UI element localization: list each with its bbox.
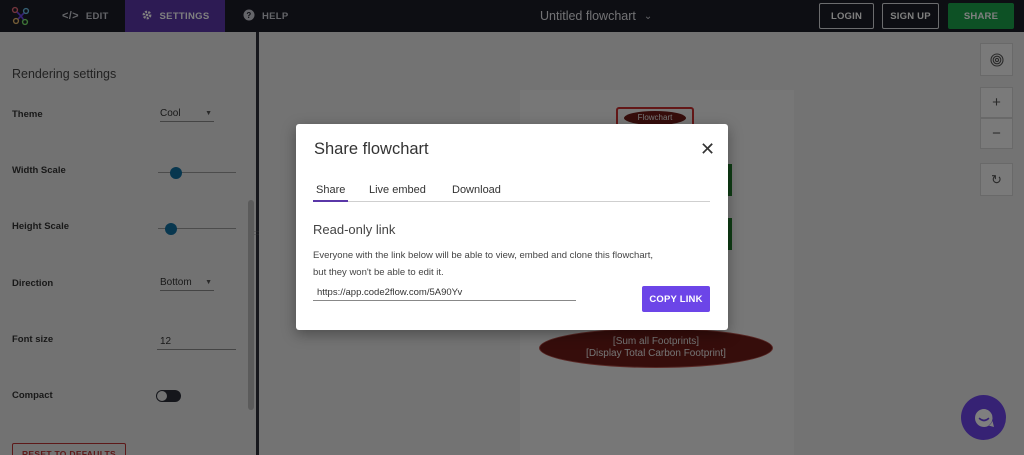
- tab-underline: [313, 201, 710, 202]
- tab-share[interactable]: Share: [316, 184, 345, 196]
- tab-download[interactable]: Download: [452, 184, 501, 196]
- modal-title: Share flowchart: [314, 140, 429, 158]
- description-line2: but they won't be able to edit it.: [313, 267, 444, 278]
- share-modal: Share flowchart ✕ Share Live embed Downl…: [296, 124, 728, 330]
- share-link-input[interactable]: https://app.code2flow.com/5A90Yv: [313, 284, 576, 301]
- description-line1: Everyone with the link below will be abl…: [313, 250, 654, 261]
- tab-live-embed[interactable]: Live embed: [369, 184, 426, 196]
- section-title: Read-only link: [313, 222, 396, 237]
- copy-link-button[interactable]: COPY LINK: [642, 286, 710, 312]
- close-icon[interactable]: ✕: [700, 140, 715, 158]
- active-tab-indicator: [313, 200, 348, 202]
